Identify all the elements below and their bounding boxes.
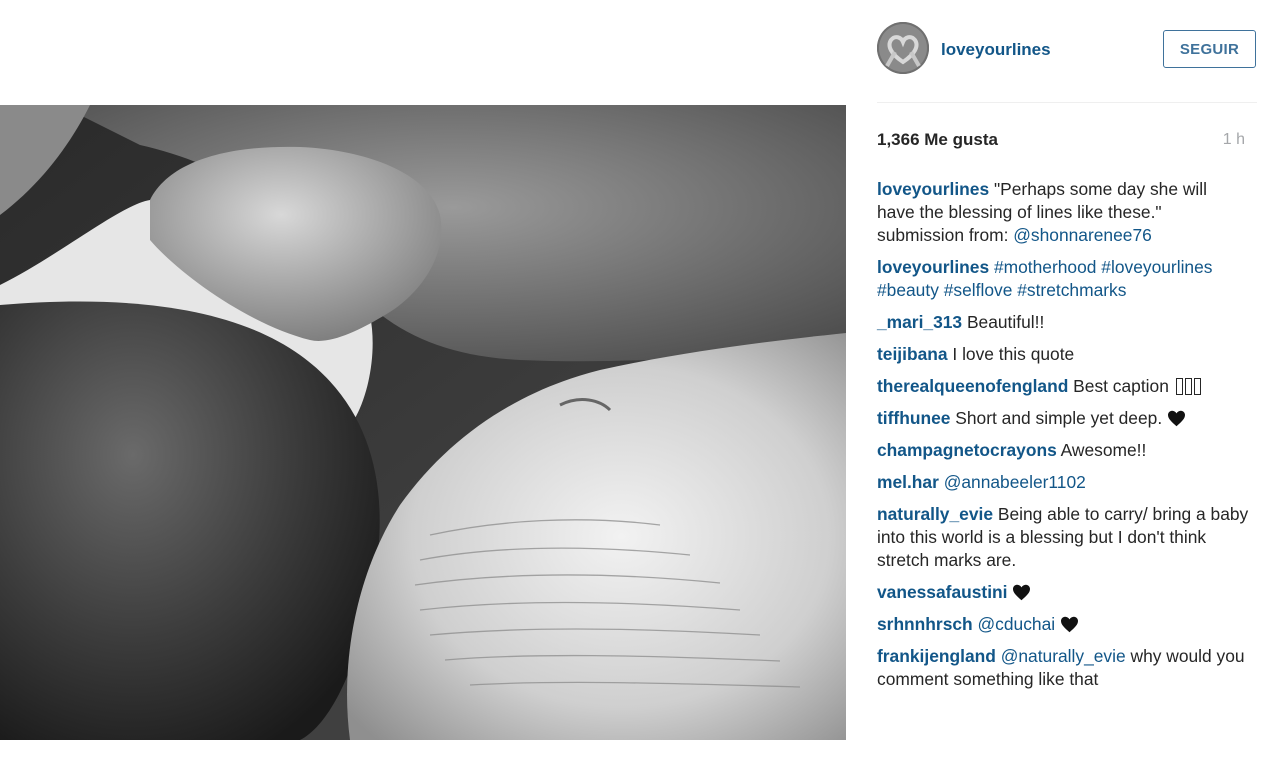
hashtag-link[interactable]: #loveyourlines	[1101, 257, 1212, 277]
comment-item: champagnetocrayons Awesome!!	[877, 439, 1249, 462]
comment-username[interactable]: mel.har	[877, 472, 939, 492]
likes-count[interactable]: 1,366 Me gusta	[877, 130, 998, 149]
comment-text: Best caption	[1073, 376, 1169, 396]
black-heart-icon	[1167, 410, 1186, 427]
post-timestamp[interactable]: 1 h	[1223, 131, 1245, 149]
mention-link[interactable]: @cduchai	[978, 614, 1056, 634]
comment-text: Short and simple yet deep.	[955, 408, 1167, 428]
black-heart-icon	[1060, 616, 1079, 633]
mention-link[interactable]: @shonnarenee76	[1013, 225, 1152, 245]
comment-item: loveyourlines "Perhaps some day she will…	[877, 178, 1249, 247]
comment-item: tiffhunee Short and simple yet deep.	[877, 407, 1249, 430]
comment-username[interactable]: loveyourlines	[877, 257, 989, 277]
hashtag-link[interactable]: #stretchmarks	[1017, 280, 1126, 300]
mention-link[interactable]: @naturally_evie	[1001, 646, 1126, 666]
comments-list: loveyourlines "Perhaps some day she will…	[877, 178, 1249, 700]
comment-text: Awesome!!	[1060, 440, 1147, 460]
hashtag-link[interactable]: #beauty	[877, 280, 939, 300]
post-side-panel: loveyourlines SEGUIR 1,366 Me gusta 1 h …	[877, 0, 1257, 768]
heart-hands-avatar-icon	[877, 22, 929, 74]
post-owner-username[interactable]: loveyourlines	[941, 40, 1051, 60]
comment-item: frankijengland @naturally_evie why would…	[877, 645, 1249, 691]
comment-item: srhnnhrsch @cduchai	[877, 613, 1249, 636]
comment-item: vanessafaustini	[877, 581, 1249, 604]
comment-username[interactable]: srhnnhrsch	[877, 614, 973, 634]
comment-item: mel.har @annabeeler1102	[877, 471, 1249, 494]
mention-link[interactable]: @annabeeler1102	[944, 472, 1086, 492]
hashtag-link[interactable]: #selflove	[944, 280, 1013, 300]
comment-text: I love this quote	[952, 344, 1075, 364]
avatar[interactable]	[877, 22, 929, 74]
follow-button[interactable]: SEGUIR	[1163, 30, 1256, 68]
emoji-placeholder-icon	[1175, 378, 1183, 395]
hashtag-link[interactable]: #motherhood	[994, 257, 1096, 277]
comment-username[interactable]: naturally_evie	[877, 504, 993, 524]
comment-item: _mari_313 Beautiful!!	[877, 311, 1249, 334]
header-divider	[877, 102, 1257, 103]
comment-username[interactable]: _mari_313	[877, 312, 962, 332]
comment-username[interactable]: loveyourlines	[877, 179, 989, 199]
comment-username[interactable]: tiffhunee	[877, 408, 950, 428]
comment-username[interactable]: therealqueenofengland	[877, 376, 1068, 396]
emoji-placeholder-icon	[1184, 378, 1192, 395]
comment-username[interactable]: frankijengland	[877, 646, 996, 666]
post-stats: 1,366 Me gusta 1 h	[877, 130, 1257, 154]
black-heart-icon	[1012, 584, 1031, 601]
comment-item: loveyourlines #motherhood #loveyourlines…	[877, 256, 1249, 302]
post-header: loveyourlines SEGUIR	[877, 22, 1257, 78]
comment-item: naturally_evie Being able to carry/ brin…	[877, 503, 1249, 572]
comment-username[interactable]: champagnetocrayons	[877, 440, 1057, 460]
photo-image	[0, 105, 846, 740]
emoji-placeholder-icon	[1193, 378, 1201, 395]
comment-item: therealqueenofengland Best caption	[877, 375, 1249, 398]
comment-item: teijibana I love this quote	[877, 343, 1249, 366]
comment-username[interactable]: teijibana	[877, 344, 948, 364]
post-photo[interactable]	[0, 105, 846, 740]
comment-username[interactable]: vanessafaustini	[877, 582, 1008, 602]
comment-text: Beautiful!!	[966, 312, 1045, 332]
